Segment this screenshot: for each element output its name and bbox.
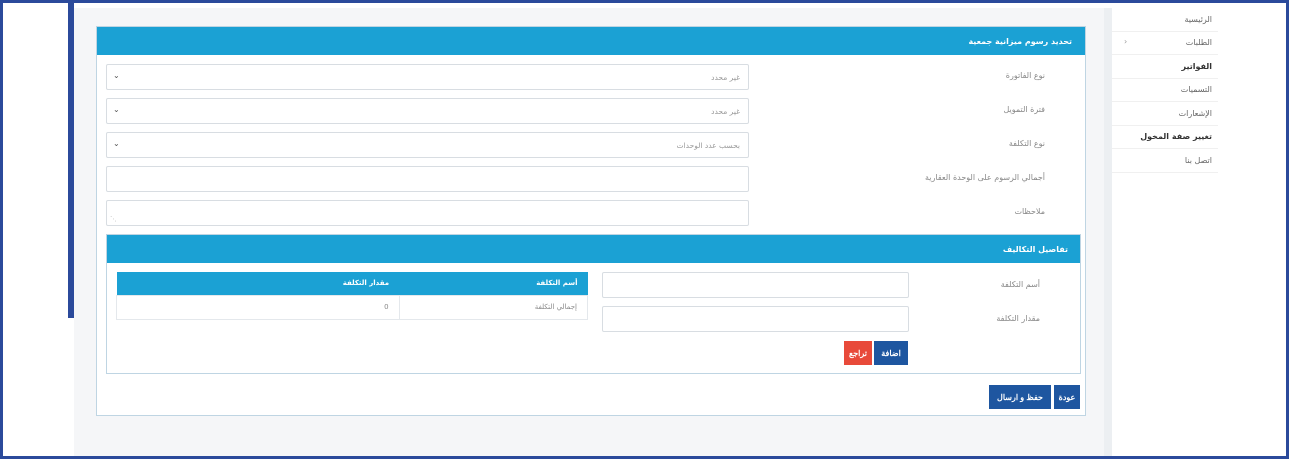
sidebar-item-label: الطلبات xyxy=(1185,38,1212,48)
cell-cost-name: إجمالي التكلفة xyxy=(398,294,589,320)
page-title: تحديد رسوم ميزانية جمعية xyxy=(968,36,1072,46)
column-header-cost-amount: مقدار التكلفة xyxy=(116,272,400,295)
cost-type-select[interactable]: بحسب عدد الوحدات ⌄ xyxy=(106,132,749,158)
sidebar-item-settings[interactable]: التسميات xyxy=(1112,79,1218,102)
cost-name-input[interactable] xyxy=(602,272,909,298)
invoice-type-value: غير محدد xyxy=(711,73,740,82)
total-fees-input[interactable] xyxy=(106,166,749,192)
cost-type-value: بحسب عدد الوحدات xyxy=(676,141,740,150)
cell-cost-amount: 0 xyxy=(116,294,400,320)
sidebar-item-label: اتصل بنا xyxy=(1184,155,1212,165)
sidebar-item-invoices[interactable]: الفواتير xyxy=(1112,55,1218,79)
notes-textarea[interactable]: ⋰ xyxy=(106,200,749,226)
sidebar-item-contact[interactable]: اتصل بنا xyxy=(1112,149,1218,173)
fees-card: تحديد رسوم ميزانية جمعية نوع الفاتورة غي… xyxy=(96,26,1086,416)
financing-period-select[interactable]: غير محدد ⌄ xyxy=(106,98,749,124)
chevron-down-icon: ⌄ xyxy=(113,105,120,114)
sidebar-item-label: تغيير صفة المخول xyxy=(1140,132,1212,142)
cost-type-row: نوع التكلفة بحسب عدد الوحدات ⌄ xyxy=(97,132,1085,158)
cost-name-label: أسم التكلفة xyxy=(1000,280,1040,289)
cost-type-label: نوع التكلفة xyxy=(1008,139,1045,148)
financing-period-value: غير محدد xyxy=(711,107,740,116)
cost-amount-label: مقدار التكلفة xyxy=(996,314,1040,323)
sidebar-item-requests[interactable]: الطلبات ‹ xyxy=(1112,32,1218,55)
resize-handle-icon[interactable]: ⋰ xyxy=(110,215,117,223)
invoice-type-select[interactable]: غير محدد ⌄ xyxy=(106,64,749,90)
chevron-left-icon: ‹ xyxy=(1124,36,1128,46)
invoice-type-label: نوع الفاتورة xyxy=(1005,71,1045,80)
cost-details-header: تفاصيل التكاليف xyxy=(107,235,1080,263)
table-row: إجمالي التكلفة 0 xyxy=(116,294,589,320)
column-header-cost-name: أسم التكلفة xyxy=(399,272,588,295)
total-fees-row: أجمالي الرسوم على الوحدة العقارية xyxy=(97,166,1085,192)
sidebar-item-notifications[interactable]: الإشعارات xyxy=(1112,102,1218,126)
back-button[interactable]: عودة xyxy=(1054,385,1080,409)
card-header: تحديد رسوم ميزانية جمعية xyxy=(97,27,1085,55)
notes-label: ملاحظات xyxy=(1014,207,1045,216)
left-accent-bar xyxy=(68,0,74,318)
sidebar-item-label: الفواتير xyxy=(1181,61,1212,71)
cost-amount-input[interactable] xyxy=(602,306,909,332)
save-and-send-button[interactable]: حفظ و ارسال xyxy=(989,385,1051,409)
cost-table: أسم التكلفة مقدار التكلفة إجمالي التكلفة… xyxy=(116,272,589,320)
total-fees-label: أجمالي الرسوم على الوحدة العقارية xyxy=(925,173,1045,182)
sidebar-item-label: الرئيسية xyxy=(1184,14,1212,24)
sidebar-item-change-authorized[interactable]: تغيير صفة المخول xyxy=(1112,126,1218,149)
cost-details-title: تفاصيل التكاليف xyxy=(1002,244,1068,254)
table-header-row: أسم التكلفة مقدار التكلفة xyxy=(116,272,588,295)
chevron-down-icon: ⌄ xyxy=(113,71,120,80)
sidebar-item-label: التسميات xyxy=(1180,85,1212,95)
sidebar-item-label: الإشعارات xyxy=(1178,108,1212,118)
sidebar-item-home[interactable]: الرئيسية xyxy=(1112,8,1218,32)
financing-period-label: فترة التمويل xyxy=(1003,105,1045,114)
invoice-type-row: نوع الفاتورة غير محدد ⌄ xyxy=(97,64,1085,90)
add-cost-button[interactable]: اضافة xyxy=(874,341,908,365)
financing-period-row: فترة التمويل غير محدد ⌄ xyxy=(97,98,1085,124)
cost-details-card: تفاصيل التكاليف أسم التكلفة مقدار التكلف… xyxy=(106,234,1081,374)
sidebar-divider xyxy=(1104,8,1112,459)
chevron-down-icon: ⌄ xyxy=(113,139,120,148)
sidebar: الرئيسية الطلبات ‹ الفواتير التسميات الإش… xyxy=(1112,8,1218,459)
notes-row: ملاحظات ⋰ xyxy=(97,200,1085,226)
undo-button[interactable]: تراجع xyxy=(844,341,872,365)
